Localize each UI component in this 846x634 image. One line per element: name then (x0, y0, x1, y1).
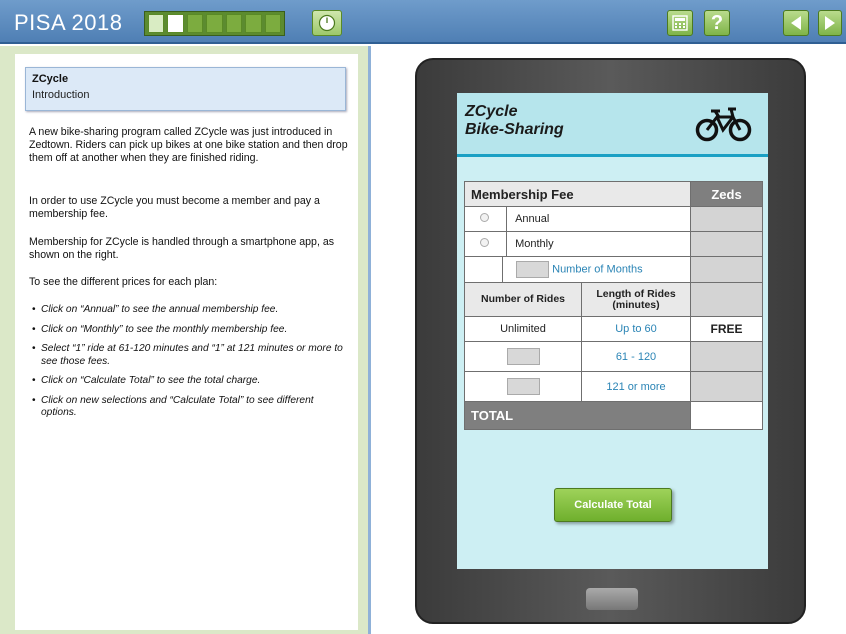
timer-button[interactable] (312, 10, 342, 36)
calculator-button[interactable] (667, 10, 693, 36)
rides-header: Number of Rides (464, 282, 582, 317)
instructions-content: ZCycle Introduction A new bike-sharing p… (15, 54, 358, 630)
instructions-lead: To see the different prices for each pla… (29, 276, 218, 288)
arrow-right-icon (825, 16, 835, 30)
list-item: • Click on “Calculate Total” to see the t… (32, 375, 261, 386)
monthly-radio[interactable] (479, 238, 489, 247)
annual-zeds-cell (690, 206, 763, 232)
zeds-header: Zeds (690, 181, 763, 207)
list-item: • Click on “Monthly” to see the monthly m… (32, 323, 288, 335)
progress-cell (148, 14, 165, 33)
range-61-120-cell: 61 - 120 (581, 341, 691, 372)
app-header: ZCycle Bike-Sharing (457, 93, 768, 157)
progress-cell (245, 14, 262, 33)
length-header-line2: (minutes) (612, 298, 660, 311)
app-name-line2: Bike-Sharing (465, 121, 564, 138)
membership-paragraph: In order to use ZCycle you must become a… (29, 195, 320, 220)
app-title: PISA 2018 (14, 10, 123, 35)
progress-cell-current (167, 14, 184, 33)
rides-121-cell (464, 371, 582, 402)
rides-121-input[interactable] (506, 378, 540, 395)
instruction-list: • Click on “Annual” to see the annual mem… (29, 304, 351, 427)
stimulus-header: ZCycle Introduction (25, 67, 346, 111)
progress-cell (206, 14, 223, 33)
total-label: TOTAL (464, 401, 691, 430)
next-button[interactable] (818, 10, 842, 36)
clock-icon (318, 14, 336, 32)
range-121-cell: 121 or more (581, 371, 691, 402)
app-name: ZCycle Bike-Sharing (465, 103, 564, 139)
help-button[interactable]: ? (704, 10, 730, 36)
app-name-line1: ZCycle (465, 103, 518, 120)
calculator-icon (672, 15, 688, 31)
bicycle-icon (695, 107, 752, 142)
monthly-label: Monthly (506, 232, 554, 256)
list-item: • Click on new selections and “Calculate … (32, 394, 314, 419)
back-button[interactable] (783, 10, 809, 36)
months-label: Number of Months (552, 263, 643, 276)
progress-cell (225, 14, 243, 33)
question-mark-icon: ? (710, 11, 724, 34)
monthly-zeds-cell (690, 231, 763, 257)
stimulus-subtitle: Introduction (32, 89, 90, 101)
tablet-screen: ZCycle Bike-Sharing Membership Fee Zeds (457, 93, 768, 569)
months-zeds-cell (690, 256, 763, 283)
calculate-total-button[interactable]: Calculate Total (554, 488, 672, 522)
range-121-zeds (690, 371, 763, 402)
tablet-home-button (586, 588, 638, 610)
annual-row[interactable]: Annual (464, 206, 691, 232)
length-header-line1: Length of Rides (596, 287, 676, 300)
free-cell: FREE (690, 316, 763, 342)
months-row: Number of Months (464, 256, 691, 283)
months-input[interactable] (516, 261, 550, 278)
annual-radio[interactable] (479, 213, 489, 222)
progress-cell (186, 14, 204, 33)
panel-divider (368, 46, 371, 634)
list-item: • Click on “Annual” to see the annual mem… (32, 304, 279, 315)
unlimited-cell: Unlimited (464, 316, 582, 342)
smartphone-paragraph: Membership for ZCycle is handled through… (29, 236, 335, 261)
range-61-120-zeds (690, 341, 763, 372)
top-bar: PISA 2018 ? (0, 0, 846, 44)
upto60-cell: Up to 60 (581, 316, 691, 342)
stimulus-title: ZCycle (32, 73, 69, 85)
progress-bar (144, 11, 285, 36)
rides-61-120-cell (464, 341, 582, 372)
membership-table: Membership Fee Zeds Annual Monthly Numbe… (464, 181, 763, 430)
arrow-left-icon (791, 16, 801, 30)
tablet-device: ZCycle Bike-Sharing Membership Fee Zeds (415, 58, 806, 624)
header-zeds-cell (690, 282, 763, 317)
progress-cell (264, 14, 281, 33)
total-value-cell (690, 401, 763, 430)
annual-label: Annual (506, 207, 550, 231)
list-item: • Select “1” ride at 61-120 minutes and “… (32, 343, 343, 367)
instructions-panel: ZCycle Introduction A new bike-sharing p… (0, 46, 368, 634)
monthly-row[interactable]: Monthly (464, 231, 691, 257)
length-header: Length of Rides (minutes) (581, 282, 691, 317)
membership-fee-header: Membership Fee (464, 181, 691, 207)
rides-61-120-input[interactable] (506, 348, 540, 365)
intro-paragraph: A new bike-sharing program called ZCycle… (29, 126, 348, 164)
